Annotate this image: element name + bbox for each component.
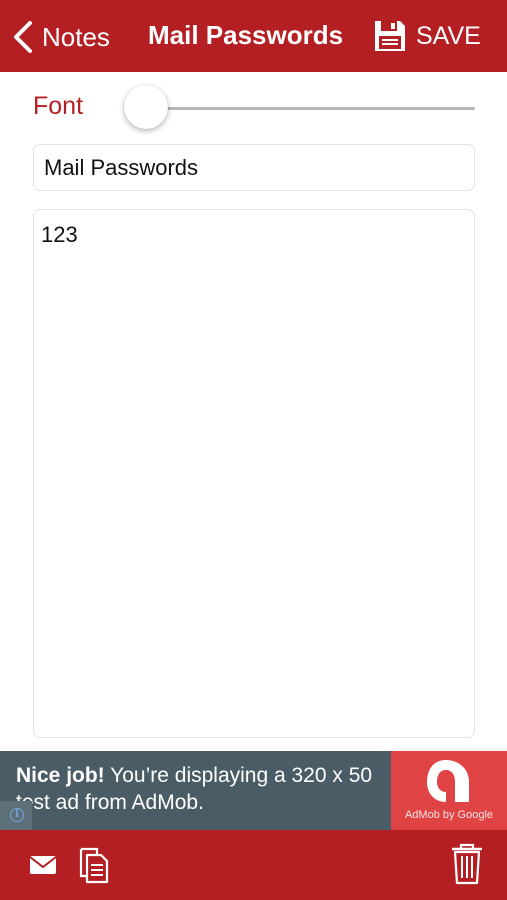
copy-button[interactable] <box>78 846 110 889</box>
bottom-toolbar <box>0 830 507 900</box>
page-title: Mail Passwords <box>148 20 344 50</box>
note-body-textarea[interactable]: 123 <box>33 209 475 738</box>
back-button[interactable]: Notes <box>12 18 110 56</box>
back-button-label: Notes <box>42 21 110 52</box>
email-button[interactable] <box>29 854 57 881</box>
font-size-row: Font <box>0 72 507 142</box>
ad-info-button[interactable]: i <box>0 801 32 830</box>
font-size-slider-track[interactable] <box>126 107 475 110</box>
navigation-bar: Notes Mail Passwords SAVE <box>0 0 507 72</box>
floppy-disk-icon <box>375 21 405 51</box>
font-size-slider-thumb[interactable] <box>124 85 168 129</box>
note-title-input[interactable] <box>33 144 475 191</box>
chevron-left-icon <box>14 21 32 53</box>
save-button-label: SAVE <box>416 21 481 50</box>
copy-icon <box>79 847 109 884</box>
font-label: Font <box>33 92 84 120</box>
mail-icon <box>29 856 57 874</box>
info-icon: i <box>10 808 24 822</box>
delete-button[interactable] <box>450 843 484 890</box>
admob-logo[interactable]: AdMob by Google <box>391 751 507 830</box>
trash-icon <box>452 843 482 885</box>
admob-icon <box>427 760 469 802</box>
ad-headline: Nice job! <box>16 764 105 787</box>
ad-text: Nice job! You’re displaying a 320 x 50 t… <box>16 762 391 816</box>
admob-logo-text: AdMob by Google <box>404 809 494 821</box>
save-button[interactable]: SAVE <box>372 16 481 56</box>
